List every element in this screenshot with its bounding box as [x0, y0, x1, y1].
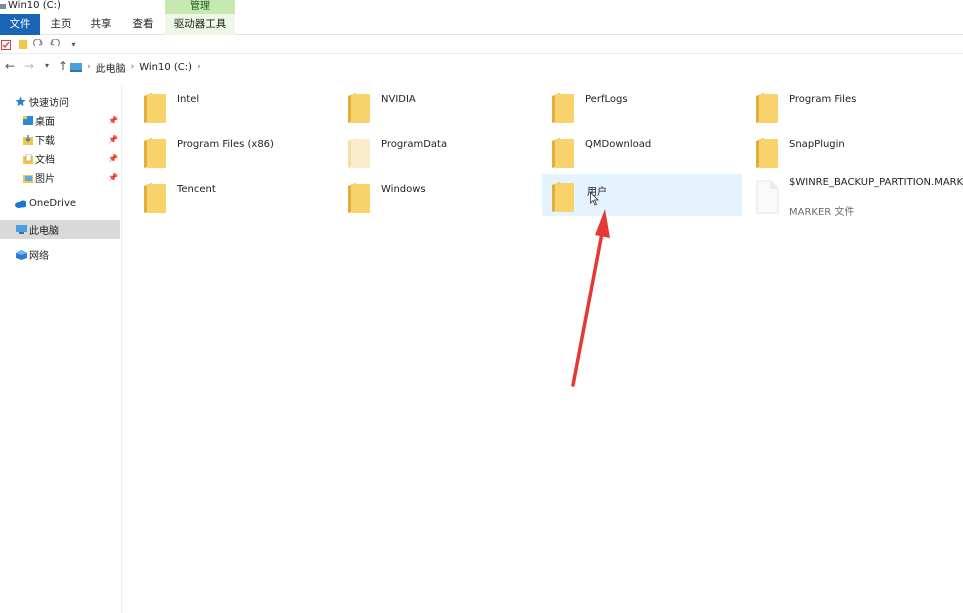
- network-icon: [16, 249, 27, 260]
- tab-drive-tools[interactable]: 驱动器工具: [165, 14, 235, 35]
- chevron-right-icon[interactable]: ›: [131, 62, 135, 72]
- breadcrumb-drive[interactable]: Win10 (C:): [139, 62, 192, 73]
- file-tile[interactable]: $WINRE_BACKUP_PARTITION.MARKER MARKER 文件: [753, 175, 963, 218]
- folder-icon: [144, 138, 166, 168]
- folder-tile-selected[interactable]: 用户: [542, 174, 742, 216]
- this-pc-icon: [70, 62, 82, 72]
- recent-locations-icon[interactable]: ▾: [39, 58, 55, 74]
- tab-view[interactable]: 查看: [126, 14, 160, 35]
- file-name: NVIDIA: [381, 94, 416, 105]
- forward-arrow-icon[interactable]: →: [21, 58, 37, 74]
- tab-home[interactable]: 主页: [44, 14, 78, 35]
- navigation-bar: ← → ▾ ↑ › 此电脑 › Win10 (C:) ›: [0, 55, 963, 79]
- file-name: PerfLogs: [585, 94, 628, 105]
- folder-icon: [348, 183, 370, 213]
- pin-icon[interactable]: 📌: [108, 173, 118, 182]
- folder-icon: [756, 138, 778, 168]
- customize-qat-icon[interactable]: ▾: [68, 39, 79, 50]
- computer-icon: [16, 225, 27, 235]
- tab-file[interactable]: 文件: [0, 14, 40, 35]
- chevron-right-icon[interactable]: ›: [87, 62, 91, 72]
- folder-icon: [144, 183, 166, 213]
- folder-icon: [552, 138, 574, 168]
- sidebar-item-label: OneDrive: [29, 198, 77, 209]
- file-name: Tencent: [177, 184, 216, 195]
- folder-icon: [144, 93, 166, 123]
- pin-icon[interactable]: 📌: [108, 154, 118, 163]
- folder-icon: [756, 93, 778, 123]
- folder-tile[interactable]: ProgramData: [345, 130, 545, 172]
- folder-tile[interactable]: SnapPlugin: [753, 130, 953, 172]
- file-name: ProgramData: [381, 139, 448, 150]
- blank-file-icon: [756, 180, 779, 214]
- pictures-icon: [22, 173, 33, 183]
- sidebar-item-downloads[interactable]: 下载 📌: [0, 130, 120, 149]
- title-bar: Win10 (C:): [0, 0, 963, 14]
- folder-tile[interactable]: Windows: [345, 175, 545, 217]
- file-name: SnapPlugin: [789, 139, 845, 150]
- sidebar-item-desktop[interactable]: 桌面 📌: [0, 111, 120, 130]
- sidebar-item-network[interactable]: 网络: [0, 245, 120, 264]
- up-arrow-icon[interactable]: ↑: [55, 58, 71, 74]
- folder-icon: [552, 93, 574, 123]
- star-icon: [15, 96, 26, 107]
- back-arrow-icon[interactable]: ←: [2, 58, 18, 74]
- folder-tile[interactable]: Program Files (x86): [141, 130, 341, 172]
- sidebar-item-label: 下载: [35, 136, 55, 147]
- sidebar-item-documents[interactable]: 文档 📌: [0, 149, 120, 168]
- file-list: Intel NVIDIA PerfLogs Program Files Prog…: [123, 80, 963, 613]
- navigation-pane: 快速访问 桌面 📌 下载 📌 文档 📌 图片 📌 OneDrive 此电脑 网络: [0, 86, 122, 613]
- folder-tile[interactable]: Tencent: [141, 175, 341, 217]
- file-name: QMDownload: [585, 139, 652, 150]
- sidebar-item-label: 此电脑: [29, 226, 59, 237]
- tab-share[interactable]: 共享: [84, 14, 118, 35]
- mouse-cursor-icon: [590, 192, 599, 206]
- pin-icon[interactable]: 📌: [108, 116, 118, 125]
- context-tab-header: 管理: [165, 0, 235, 14]
- address-bar[interactable]: › 此电脑 › Win10 (C:) ›: [70, 58, 962, 76]
- breadcrumb-this-pc[interactable]: 此电脑: [96, 60, 126, 75]
- sidebar-item-onedrive[interactable]: OneDrive: [0, 194, 120, 213]
- properties-icon[interactable]: [0, 39, 11, 50]
- file-name: $WINRE_BACKUP_PARTITION.MARKER: [789, 177, 963, 188]
- sidebar-item-quick-access[interactable]: 快速访问: [0, 92, 120, 111]
- ribbon-tabs: 文件 主页 共享 查看 驱动器工具: [0, 14, 963, 35]
- folder-icon: [348, 93, 370, 123]
- undo-icon[interactable]: [49, 39, 60, 50]
- window-title: Win10 (C:): [8, 0, 61, 11]
- cloud-icon: [15, 199, 26, 209]
- drive-icon: [0, 4, 6, 9]
- desktop-icon: [22, 116, 33, 126]
- chevron-right-icon[interactable]: ›: [197, 62, 201, 72]
- sidebar-item-pictures[interactable]: 图片 📌: [0, 168, 120, 187]
- folder-icon: [552, 182, 574, 212]
- file-name: Program Files: [789, 94, 857, 105]
- folder-tile[interactable]: Intel: [141, 85, 341, 127]
- sidebar-item-this-pc[interactable]: 此电脑: [0, 220, 120, 239]
- documents-icon: [22, 153, 33, 164]
- file-name: Program Files (x86): [177, 139, 274, 150]
- downloads-icon: [22, 134, 33, 145]
- sidebar-item-label: 文档: [35, 155, 55, 166]
- sidebar-item-label: 桌面: [35, 117, 55, 128]
- sidebar-item-label: 图片: [35, 174, 55, 185]
- folder-tile[interactable]: Program Files: [753, 85, 953, 127]
- file-type: MARKER 文件: [789, 207, 855, 218]
- folder-tile[interactable]: PerfLogs: [549, 85, 749, 127]
- sidebar-item-label: 网络: [29, 251, 49, 262]
- quick-access-toolbar: ▾: [0, 36, 963, 54]
- hidden-folder-icon: [348, 138, 370, 168]
- new-folder-icon[interactable]: [17, 39, 28, 50]
- redo-icon[interactable]: [33, 39, 44, 50]
- pin-icon[interactable]: 📌: [108, 135, 118, 144]
- file-name: Intel: [177, 94, 200, 105]
- folder-tile[interactable]: NVIDIA: [345, 85, 545, 127]
- file-name: Windows: [381, 184, 426, 195]
- sidebar-item-label: 快速访问: [29, 98, 69, 109]
- folder-tile[interactable]: QMDownload: [549, 130, 749, 172]
